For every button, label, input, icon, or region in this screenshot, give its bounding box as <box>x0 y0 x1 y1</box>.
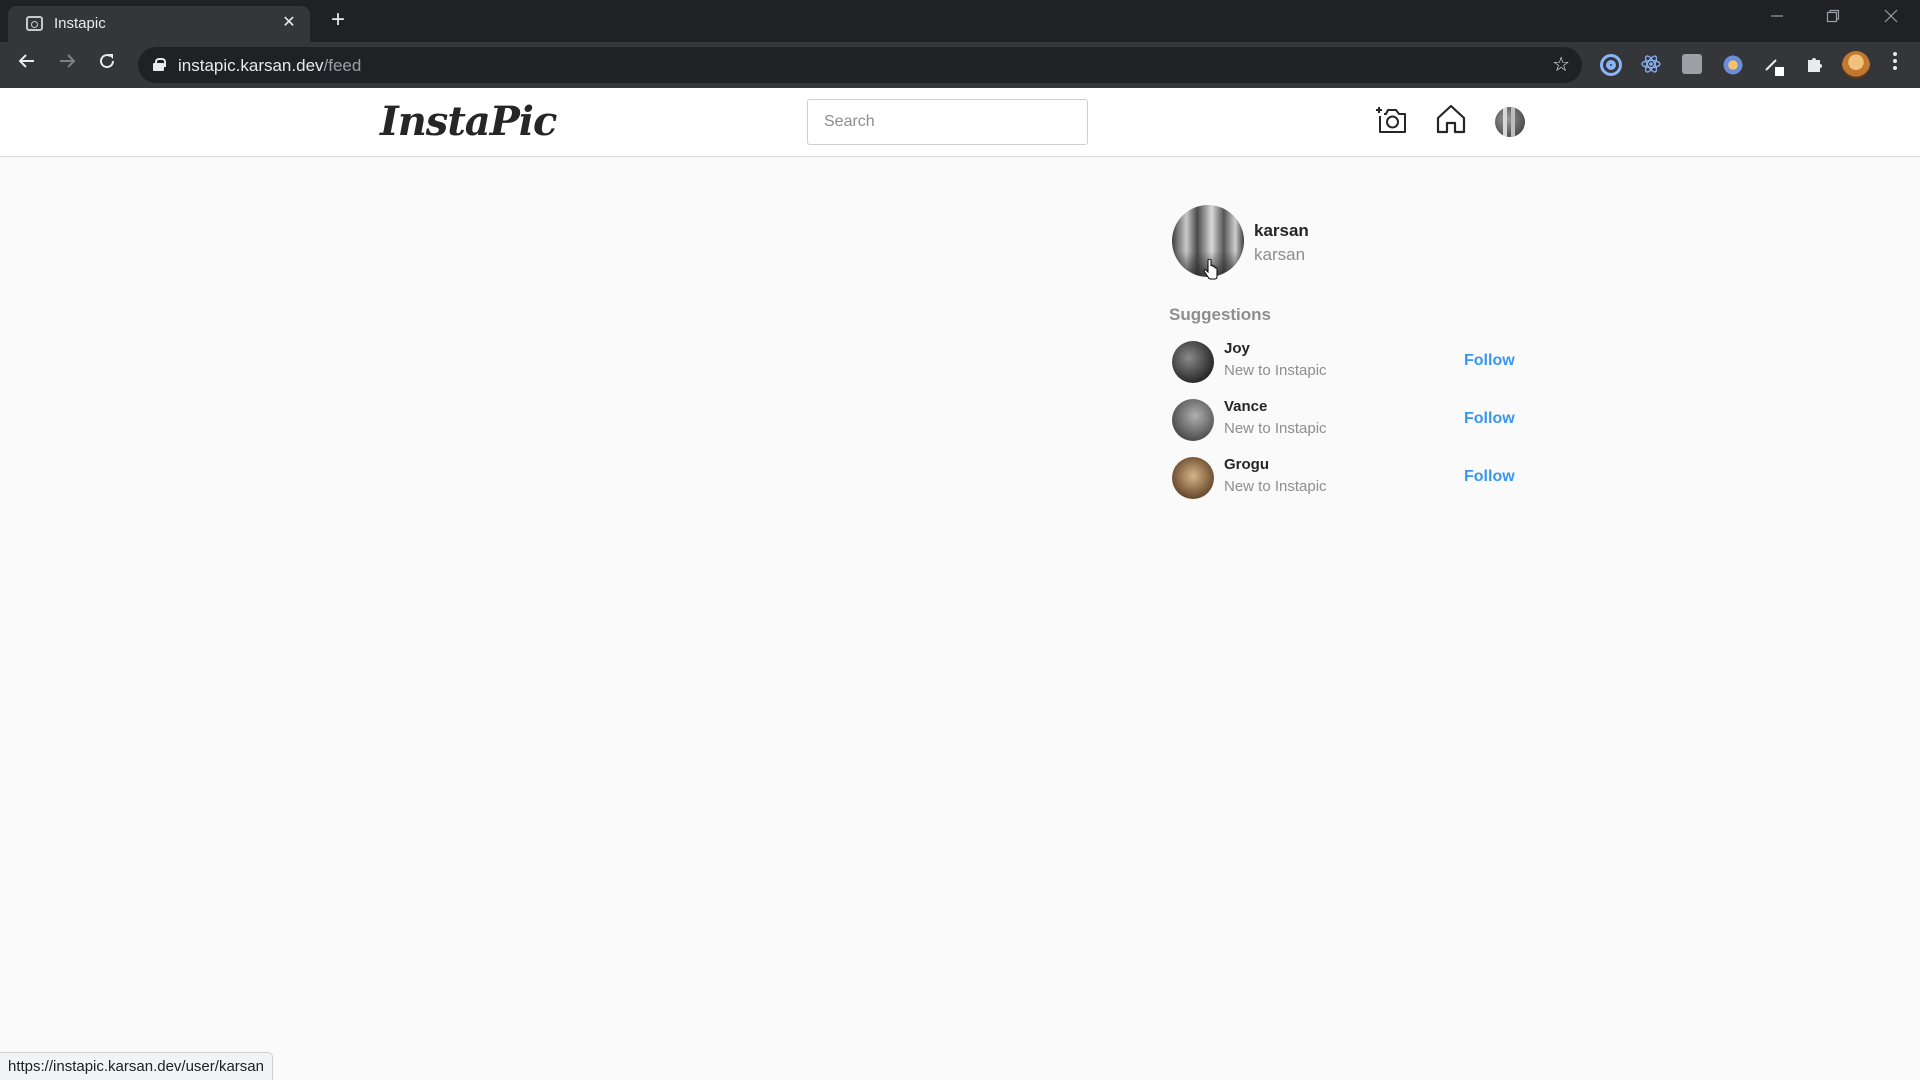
browser-tab[interactable]: Instapic ✕ <box>8 6 310 42</box>
suggestion-avatar[interactable] <box>1172 457 1214 499</box>
search-input[interactable] <box>807 99 1088 145</box>
follow-button-grogu[interactable]: Follow <box>1464 468 1515 486</box>
extension-target-icon[interactable] <box>1600 54 1622 76</box>
suggestion-avatar[interactable] <box>1172 399 1214 441</box>
extension-puzzle-square-icon[interactable] <box>1682 54 1702 74</box>
suggestion-subtitle: New to Instapic <box>1224 478 1327 495</box>
suggestion-name[interactable]: Joy <box>1224 340 1250 357</box>
suggestion-row-vance: Vance New to Instapic <box>1172 398 1512 443</box>
url-text: instapic.karsan.dev/feed <box>178 56 362 75</box>
suggestions-heading: Suggestions <box>1169 305 1272 324</box>
back-icon[interactable] <box>12 50 42 80</box>
current-user-username[interactable]: karsan <box>1254 221 1309 241</box>
extensions-puzzle-icon[interactable] <box>1804 54 1826 76</box>
suggestion-subtitle: New to Instapic <box>1224 420 1327 437</box>
browser-toolbar: instapic.karsan.dev/feed ☆ <box>0 42 1920 88</box>
extension-colorful-icon[interactable] <box>1722 54 1744 76</box>
suggestion-avatar[interactable] <box>1172 341 1214 383</box>
profile-avatar-icon[interactable] <box>1842 51 1870 79</box>
app-header: InstaPic <box>0 88 1920 157</box>
restore-icon[interactable] <box>1810 4 1856 34</box>
close-window-icon[interactable] <box>1868 4 1914 34</box>
link-status-bar: https://instapic.karsan.dev/user/karsan <box>0 1052 273 1080</box>
tab-favicon-icon <box>26 16 43 31</box>
bookmark-star-icon[interactable]: ☆ <box>1552 52 1570 77</box>
suggestion-row-grogu: Grogu New to Instapic <box>1172 456 1512 501</box>
suggestion-subtitle: New to Instapic <box>1224 362 1327 379</box>
menu-kebab-icon[interactable] <box>1880 50 1910 80</box>
reload-icon[interactable] <box>92 50 122 80</box>
follow-button-joy[interactable]: Follow <box>1464 352 1515 370</box>
browser-tab-bar: Instapic ✕ + <box>0 0 1920 42</box>
suggestion-name[interactable]: Vance <box>1224 398 1267 415</box>
instapic-logo[interactable]: InstaPic <box>380 98 557 145</box>
react-devtools-icon[interactable] <box>1641 54 1661 74</box>
extension-pen-icon[interactable] <box>1763 54 1785 76</box>
minimize-icon[interactable] <box>1754 4 1800 34</box>
lock-icon <box>153 58 166 71</box>
add-photo-icon[interactable] <box>1373 102 1407 136</box>
home-icon[interactable] <box>1434 102 1468 136</box>
follow-button-vance[interactable]: Follow <box>1464 410 1515 428</box>
new-tab-button[interactable]: + <box>324 6 352 34</box>
current-user-name: karsan <box>1254 245 1306 264</box>
address-bar[interactable]: instapic.karsan.dev/feed ☆ <box>138 47 1582 83</box>
suggestion-name[interactable]: Grogu <box>1224 456 1269 473</box>
tab-close-button[interactable]: ✕ <box>278 12 300 34</box>
header-profile-avatar[interactable] <box>1495 107 1525 137</box>
suggestion-row-joy: Joy New to Instapic <box>1172 340 1512 385</box>
forward-icon[interactable] <box>52 50 82 80</box>
tab-title: Instapic <box>54 15 106 32</box>
